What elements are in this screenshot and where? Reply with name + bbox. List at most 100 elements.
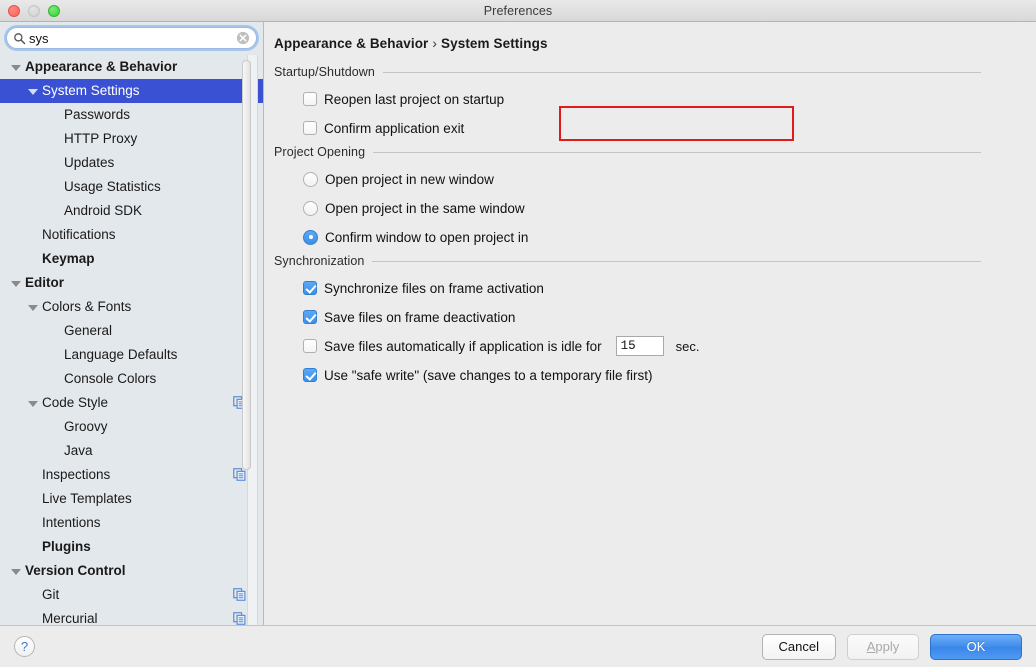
breadcrumb-leaf: System Settings xyxy=(441,36,548,51)
sidebar-item-system-settings[interactable]: System Settings xyxy=(0,79,263,103)
search-input[interactable] xyxy=(29,29,236,47)
sidebar-item-passwords[interactable]: Passwords xyxy=(0,103,263,127)
chevron-down-icon[interactable] xyxy=(10,278,21,289)
maximize-button[interactable] xyxy=(48,5,60,17)
chevron-down-icon[interactable] xyxy=(27,302,38,313)
option-label[interactable]: Save files automatically if application … xyxy=(324,339,602,354)
sidebar-item-notifications[interactable]: Notifications xyxy=(0,223,263,247)
checkbox-synchronize-files-on-frame-activation[interactable] xyxy=(303,281,317,295)
window-title: Preferences xyxy=(484,4,553,18)
group-header: Synchronization xyxy=(274,254,981,268)
chevron-down-icon[interactable] xyxy=(10,566,21,577)
settings-group: Project Opening Open project in new windo… xyxy=(274,145,1036,249)
sidebar-item-label: Console Colors xyxy=(64,367,156,391)
window-controls xyxy=(8,5,60,17)
close-button[interactable] xyxy=(8,5,20,17)
sidebar-item-label: Version Control xyxy=(25,559,126,583)
radio-open-project-in-new-window[interactable] xyxy=(303,172,318,187)
sidebar-item-http-proxy[interactable]: HTTP Proxy xyxy=(0,127,263,151)
sidebar-item-plugins[interactable]: Plugins xyxy=(0,535,263,559)
checkbox-save-files-on-frame-deactivation[interactable] xyxy=(303,310,317,324)
clear-icon[interactable] xyxy=(236,31,250,45)
tree-indent-spacer xyxy=(49,422,60,433)
tree-indent-spacer xyxy=(49,326,60,337)
sidebar-item-console-colors[interactable]: Console Colors xyxy=(0,367,263,391)
chevron-down-icon[interactable] xyxy=(27,398,38,409)
copy-scope-icon[interactable] xyxy=(233,612,246,625)
group-header: Project Opening xyxy=(274,145,981,159)
sidebar-item-android-sdk[interactable]: Android SDK xyxy=(0,199,263,223)
sidebar-item-label: Code Style xyxy=(42,391,108,415)
sidebar-item-label: Keymap xyxy=(42,247,95,271)
sidebar-item-keymap[interactable]: Keymap xyxy=(0,247,263,271)
option-label[interactable]: Confirm window to open project in xyxy=(325,230,528,245)
tree-indent-spacer xyxy=(27,518,38,529)
checkbox-reopen-last-project-on-startup[interactable] xyxy=(303,92,317,106)
idle-seconds-input[interactable] xyxy=(616,336,664,356)
sidebar-item-label: Usage Statistics xyxy=(64,175,161,199)
tree-indent-spacer xyxy=(49,110,60,121)
sidebar-item-usage-statistics[interactable]: Usage Statistics xyxy=(0,175,263,199)
tree-indent-spacer xyxy=(27,542,38,553)
sidebar-item-git[interactable]: Git xyxy=(0,583,263,607)
sidebar-item-label: Language Defaults xyxy=(64,343,177,367)
sidebar-item-label: System Settings xyxy=(42,79,140,103)
tree-indent-spacer xyxy=(27,470,38,481)
settings-main-panel: Appearance & Behavior›System Settings St… xyxy=(264,22,1036,625)
breadcrumb: Appearance & Behavior›System Settings xyxy=(274,36,1036,51)
sidebar-item-updates[interactable]: Updates xyxy=(0,151,263,175)
option-label[interactable]: Open project in the same window xyxy=(325,201,525,216)
option-label[interactable]: Reopen last project on startup xyxy=(324,92,504,107)
sidebar-item-colors-fonts[interactable]: Colors & Fonts xyxy=(0,295,263,319)
checkbox-confirm-application-exit[interactable] xyxy=(303,121,317,135)
sidebar-item-label: Git xyxy=(42,583,59,607)
tree-indent-spacer xyxy=(27,590,38,601)
search-field[interactable] xyxy=(6,27,257,49)
sidebar-item-label: Java xyxy=(64,439,93,463)
sidebar-scrollbar-track[interactable] xyxy=(247,55,258,625)
sidebar-item-label: Editor xyxy=(25,271,64,295)
sidebar-item-java[interactable]: Java xyxy=(0,439,263,463)
chevron-down-icon[interactable] xyxy=(27,86,38,97)
copy-scope-icon[interactable] xyxy=(233,468,246,481)
help-button[interactable]: ? xyxy=(14,636,35,657)
option-row: Open project in the same window xyxy=(303,196,1036,220)
sidebar-item-intentions[interactable]: Intentions xyxy=(0,511,263,535)
sidebar-item-inspections[interactable]: Inspections xyxy=(0,463,263,487)
option-row: Reopen last project on startup xyxy=(303,87,1036,111)
checkbox-use-safe-write-save-changes-to-a-tempora[interactable] xyxy=(303,368,317,382)
group-divider xyxy=(372,261,981,262)
sidebar-item-editor[interactable]: Editor xyxy=(0,271,263,295)
checkbox-save-files-automatically-if-application-[interactable] xyxy=(303,339,317,353)
radio-confirm-window-to-open-project-in[interactable] xyxy=(303,230,318,245)
sidebar-item-live-templates[interactable]: Live Templates xyxy=(0,487,263,511)
dialog-body: Appearance & BehaviorSystem SettingsPass… xyxy=(0,22,1036,625)
sidebar-item-code-style[interactable]: Code Style xyxy=(0,391,263,415)
sidebar-item-mercurial[interactable]: Mercurial xyxy=(0,607,263,625)
option-label[interactable]: Synchronize files on frame activation xyxy=(324,281,544,296)
group-body: Synchronize files on frame activation Sav… xyxy=(274,268,1036,387)
chevron-down-icon[interactable] xyxy=(10,62,21,73)
option-row: Save files automatically if application … xyxy=(303,334,1036,358)
breadcrumb-root[interactable]: Appearance & Behavior xyxy=(274,36,428,51)
copy-scope-icon[interactable] xyxy=(233,588,246,601)
tree-indent-spacer xyxy=(49,446,60,457)
option-label[interactable]: Use "safe write" (save changes to a temp… xyxy=(324,368,652,383)
settings-group: Startup/ShutdownReopen last project on s… xyxy=(274,65,1036,140)
option-label[interactable]: Open project in new window xyxy=(325,172,494,187)
tree-indent-spacer xyxy=(27,254,38,265)
ok-button[interactable]: OK xyxy=(930,634,1022,660)
sidebar-item-general[interactable]: General xyxy=(0,319,263,343)
option-label[interactable]: Save files on frame deactivation xyxy=(324,310,515,325)
radio-open-project-in-the-same-window[interactable] xyxy=(303,201,318,216)
apply-button[interactable]: Apply xyxy=(847,634,919,660)
minimize-button[interactable] xyxy=(28,5,40,17)
sidebar-item-groovy[interactable]: Groovy xyxy=(0,415,263,439)
option-label[interactable]: Confirm application exit xyxy=(324,121,464,136)
sidebar-scrollbar-thumb[interactable] xyxy=(242,60,251,470)
sidebar-item-language-defaults[interactable]: Language Defaults xyxy=(0,343,263,367)
sidebar-item-version-control[interactable]: Version Control xyxy=(0,559,263,583)
cancel-button[interactable]: Cancel xyxy=(762,634,836,660)
settings-tree: Appearance & BehaviorSystem SettingsPass… xyxy=(0,53,263,625)
sidebar-item-appearance-behavior[interactable]: Appearance & Behavior xyxy=(0,55,263,79)
